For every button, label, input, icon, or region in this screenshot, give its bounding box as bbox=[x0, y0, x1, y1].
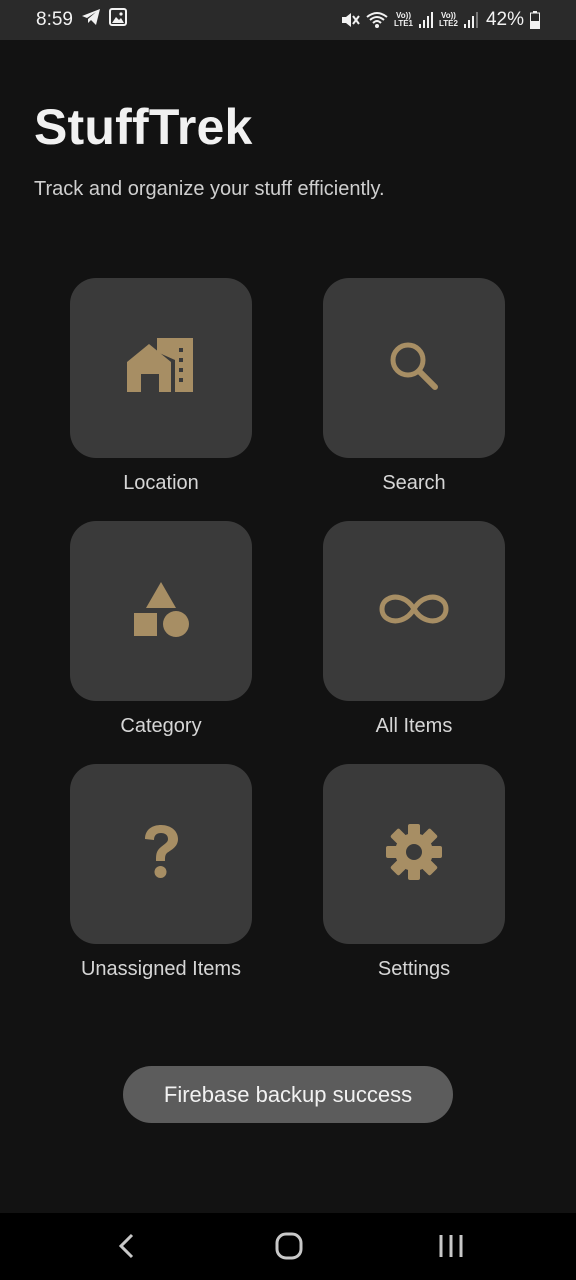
search-label: Search bbox=[382, 472, 446, 494]
search-button[interactable] bbox=[323, 278, 505, 458]
battery-percent: 42% bbox=[485, 9, 524, 30]
telegram-icon bbox=[81, 8, 101, 32]
question-icon bbox=[141, 823, 181, 886]
category-tile[interactable]: Category bbox=[70, 521, 252, 739]
home-icon[interactable] bbox=[274, 1231, 304, 1266]
building-icon bbox=[127, 337, 195, 399]
backup-toast: Firebase backup success bbox=[123, 1066, 453, 1123]
location-label: Location bbox=[123, 472, 199, 494]
wifi-icon bbox=[366, 11, 388, 29]
volte-sim1: Vo)) LTE1 bbox=[394, 11, 413, 28]
search-icon bbox=[386, 338, 442, 399]
settings-button[interactable] bbox=[323, 764, 505, 944]
signal-icon-2 bbox=[463, 12, 478, 28]
settings-tile[interactable]: Settings bbox=[323, 764, 505, 982]
app-subtitle: Track and organize your stuff efficientl… bbox=[34, 178, 385, 200]
infinity-icon bbox=[377, 591, 451, 632]
category-label: Category bbox=[120, 715, 202, 737]
battery-icon bbox=[530, 11, 540, 29]
app-title: StuffTrek bbox=[34, 99, 253, 155]
navigation-bar bbox=[0, 1213, 576, 1280]
back-icon[interactable] bbox=[113, 1231, 143, 1266]
recents-icon[interactable] bbox=[436, 1231, 466, 1266]
all-items-button[interactable] bbox=[323, 521, 505, 701]
category-button[interactable] bbox=[70, 521, 252, 701]
signal-icon-1 bbox=[419, 12, 433, 28]
volte-sim2: Vo)) LTE2 bbox=[439, 11, 458, 28]
gear-icon bbox=[385, 823, 443, 886]
status-bar: 8:59 Vo)) LTE1 Vo)) LTE2 42% bbox=[0, 0, 576, 40]
gallery-icon bbox=[108, 8, 127, 32]
search-tile[interactable]: Search bbox=[323, 278, 505, 496]
all-items-label: All Items bbox=[375, 715, 453, 737]
settings-label: Settings bbox=[377, 958, 451, 980]
unassigned-items-button[interactable] bbox=[70, 764, 252, 944]
unassigned-items-tile[interactable]: Unassigned Items bbox=[70, 764, 252, 982]
mute-icon bbox=[340, 11, 360, 29]
location-tile[interactable]: Location bbox=[70, 278, 252, 496]
location-button[interactable] bbox=[70, 278, 252, 458]
shapes-icon bbox=[132, 580, 190, 643]
all-items-tile[interactable]: All Items bbox=[323, 521, 505, 739]
clock: 8:59 bbox=[36, 9, 73, 30]
unassigned-items-label: Unassigned Items bbox=[80, 958, 242, 980]
